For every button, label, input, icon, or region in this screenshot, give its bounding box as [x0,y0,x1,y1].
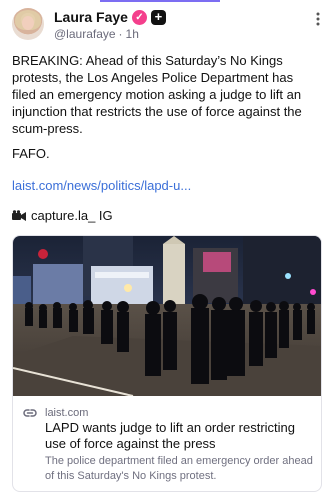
photo-credit: capture.la_ IG [12,208,113,223]
link-preview-body: laist.com LAPD wants judge to lift an or… [13,396,321,491]
meta-separator: · [118,27,123,41]
plus-badge-icon[interactable]: + [150,9,166,25]
more-options-icon[interactable] [316,12,320,26]
post-body-text: BREAKING: Ahead of this Saturday’s No Ki… [12,53,302,136]
author-name[interactable]: Laura Faye [54,9,128,25]
post-body-fafo: FAFO. [12,146,50,161]
photo-credit-text: capture.la_ IG [31,208,113,223]
post-time: 1h [125,27,139,41]
link-preview-image [13,236,321,396]
top-accent-bar [100,0,220,2]
link-preview-domain-row: laist.com [23,406,88,420]
post-header: Laura Faye ✓ + @laurafaye · 1h [12,8,322,42]
link-preview-description: The police department filed an emergency… [45,455,313,482]
author-meta: @laurafaye · 1h [54,27,139,41]
avatar[interactable] [12,8,44,40]
video-camera-icon [12,209,26,221]
author-name-row: Laura Faye ✓ + [54,9,166,25]
verified-badge-icon: ✓ [131,9,147,25]
link-preview-title[interactable]: LAPD wants judge to lift an order restri… [45,420,315,452]
author-handle[interactable]: @laurafaye [54,27,116,41]
post-link[interactable]: laist.com/news/politics/lapd-u... [12,178,191,193]
chain-link-icon [23,409,37,417]
link-preview-domain: laist.com [45,407,89,419]
link-preview-card[interactable]: laist.com LAPD wants judge to lift an or… [12,235,322,492]
